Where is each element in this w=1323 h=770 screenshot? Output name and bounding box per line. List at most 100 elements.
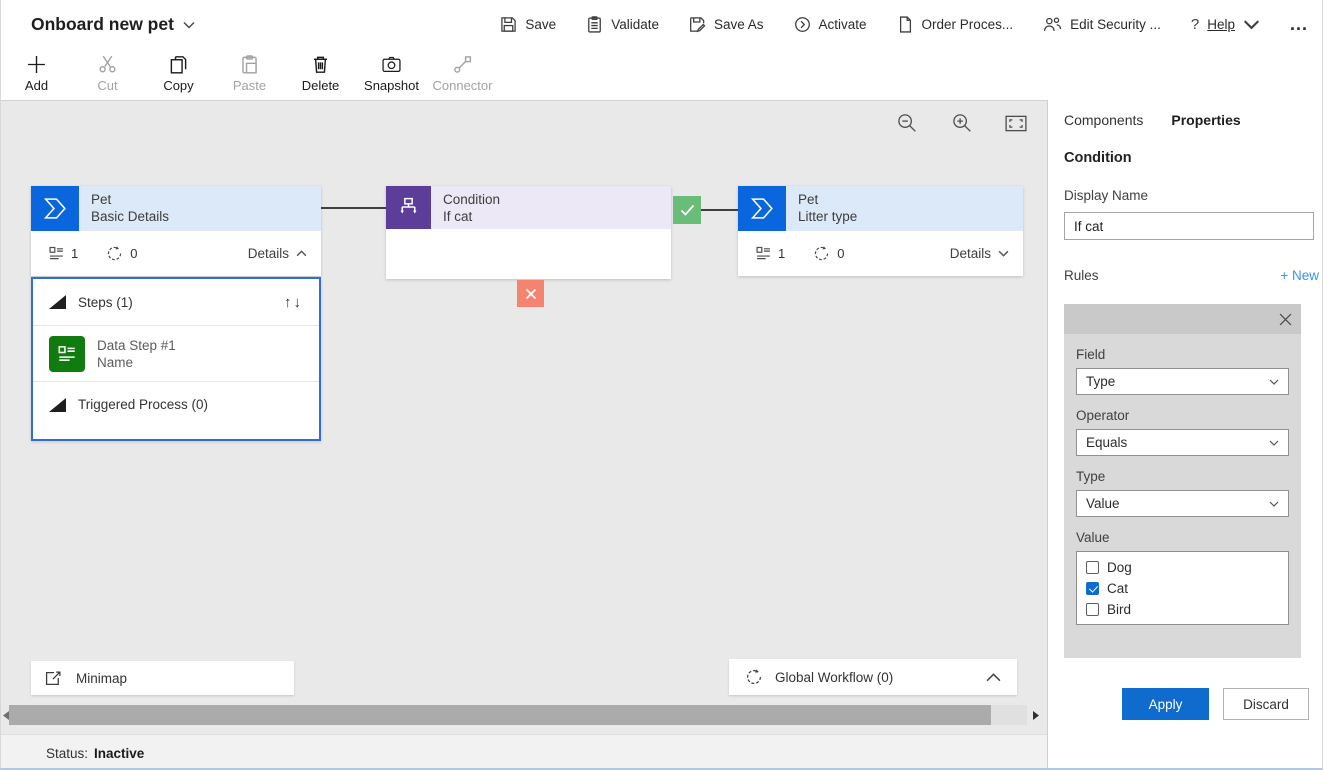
tab-properties[interactable]: Properties: [1171, 112, 1240, 132]
rule-card: Field Type Operator Equals Type Value: [1064, 304, 1301, 658]
order-process-icon: [897, 16, 914, 33]
data-steps-icon: [756, 246, 771, 261]
fit-to-canvas-button[interactable]: [1003, 110, 1029, 136]
checkbox-unchecked[interactable]: [1086, 603, 1099, 616]
zoom-out-button[interactable]: [894, 110, 920, 136]
chevron-down-icon: [1269, 501, 1279, 507]
triggered-process-section-header[interactable]: Triggered Process (0): [33, 381, 319, 427]
chevron-up-icon[interactable]: [986, 670, 1001, 685]
connector-stage1-condition: [321, 207, 386, 209]
delete-button[interactable]: Delete: [285, 48, 356, 100]
scroll-right-arrow[interactable]: [1031, 705, 1041, 725]
details-toggle[interactable]: Details: [950, 246, 1009, 261]
connector-icon: [453, 55, 472, 74]
move-down-icon[interactable]: ↓: [294, 294, 304, 311]
save-button[interactable]: Save: [500, 16, 556, 33]
option-bird[interactable]: Bird: [1086, 599, 1279, 620]
discard-button[interactable]: Discard: [1223, 688, 1309, 720]
bpf-designer-window: Onboard new pet Save Validate Save As Ac…: [0, 0, 1323, 770]
zoom-in-button[interactable]: [949, 110, 975, 136]
copy-icon: [169, 55, 188, 74]
more-icon: ...: [1290, 19, 1308, 29]
operator-label: Operator: [1076, 408, 1289, 423]
option-dog[interactable]: Dog: [1086, 557, 1279, 578]
stage-header: Pet Basic Details: [31, 186, 321, 231]
stage-entity: Pet: [91, 191, 169, 208]
chevron-down-icon: [1269, 379, 1279, 385]
cut-button: Cut: [72, 48, 143, 100]
help-icon: ?: [1191, 16, 1199, 33]
snapshot-button[interactable]: Snapshot: [356, 48, 427, 100]
activate-icon: [794, 16, 811, 33]
condition-yes-badge[interactable]: [673, 196, 701, 224]
panel-tabs: Components Properties: [1064, 112, 1323, 132]
zoom-in-icon: [952, 113, 972, 133]
edit-security-icon: [1043, 16, 1062, 33]
display-name-input[interactable]: [1064, 212, 1314, 240]
operator-dropdown[interactable]: Equals: [1076, 429, 1289, 456]
delete-icon: [311, 55, 330, 74]
more-commands-button[interactable]: ...: [1290, 19, 1308, 29]
process-title-dropdown[interactable]: Onboard new pet: [31, 14, 195, 35]
x-icon: [525, 288, 537, 300]
tab-components[interactable]: Components: [1064, 112, 1143, 132]
steps-section-header[interactable]: Steps (1) ↑↓: [33, 279, 319, 325]
condition-node[interactable]: Condition If cat: [386, 186, 671, 279]
data-steps-count: 1: [756, 246, 785, 261]
type-dropdown[interactable]: Value: [1076, 490, 1289, 517]
validate-button[interactable]: Validate: [586, 16, 659, 33]
minimap-button[interactable]: Minimap: [31, 661, 294, 695]
apply-button[interactable]: Apply: [1122, 688, 1209, 720]
horizontal-scrollbar[interactable]: [9, 705, 1027, 725]
data-step-title: Data Step #1: [97, 337, 176, 354]
close-icon[interactable]: [1279, 313, 1292, 326]
option-cat[interactable]: Cat: [1086, 578, 1279, 599]
field-dropdown[interactable]: Type: [1076, 368, 1289, 395]
edit-security-button[interactable]: Edit Security ...: [1043, 16, 1161, 33]
new-rule-link[interactable]: + New: [1280, 268, 1319, 283]
field-label: Field: [1076, 347, 1289, 362]
checkbox-checked[interactable]: [1086, 582, 1099, 595]
status-bar: Status: Inactive: [1, 734, 1047, 770]
data-steps-icon: [49, 246, 64, 261]
data-steps-count: 1: [49, 246, 78, 261]
paste-icon: [240, 55, 259, 74]
stage-litter-type[interactable]: Pet Litter type 1 0 Details: [738, 186, 1023, 276]
copy-button[interactable]: Copy: [143, 48, 214, 100]
activate-button[interactable]: Activate: [794, 16, 867, 33]
page-title: Onboard new pet: [31, 14, 174, 35]
connector-button: Connector: [427, 48, 498, 100]
fit-to-canvas-icon: [1005, 115, 1027, 132]
triggered-process-count: 0: [813, 245, 844, 262]
save-as-button[interactable]: Save As: [689, 16, 764, 33]
order-process-flow-button[interactable]: Order Proces...: [897, 16, 1014, 33]
add-icon: [27, 55, 46, 74]
flow-canvas[interactable]: Pet Basic Details 1 0 Details: [1, 100, 1047, 770]
triggered-process-count: 0: [106, 245, 137, 262]
global-workflow-bar[interactable]: Global Workflow (0): [729, 659, 1017, 695]
validate-icon: [586, 16, 603, 33]
command-bar: Save Validate Save As Activate Order Pro…: [500, 16, 1308, 33]
add-button[interactable]: Add: [1, 48, 72, 100]
checkbox-unchecked[interactable]: [1086, 561, 1099, 574]
scrollbar-thumb[interactable]: [9, 705, 991, 725]
details-toggle[interactable]: Details: [248, 246, 307, 261]
save-icon: [500, 16, 517, 33]
data-step-icon: [49, 336, 85, 372]
stage-chevron-icon: [31, 186, 79, 231]
properties-panel: Components Properties Condition Display …: [1047, 100, 1323, 770]
move-up-icon[interactable]: ↑: [284, 294, 294, 311]
condition-no-badge[interactable]: [517, 280, 544, 307]
display-name-label: Display Name: [1064, 188, 1148, 203]
chevron-down-icon: [1269, 440, 1279, 446]
chevron-down-icon: [183, 21, 195, 29]
help-button[interactable]: ? Help: [1191, 16, 1260, 33]
value-listbox: Dog Cat Bird: [1076, 551, 1289, 625]
value-label: Value: [1076, 530, 1289, 545]
chevron-up-icon: [296, 250, 307, 257]
data-step-item[interactable]: Data Step #1 Name: [33, 325, 319, 381]
section-triangle-icon: [49, 295, 66, 309]
snapshot-icon: [382, 55, 401, 74]
paste-button: Paste: [214, 48, 285, 100]
stage-basic-details[interactable]: Pet Basic Details 1 0 Details: [31, 186, 321, 276]
